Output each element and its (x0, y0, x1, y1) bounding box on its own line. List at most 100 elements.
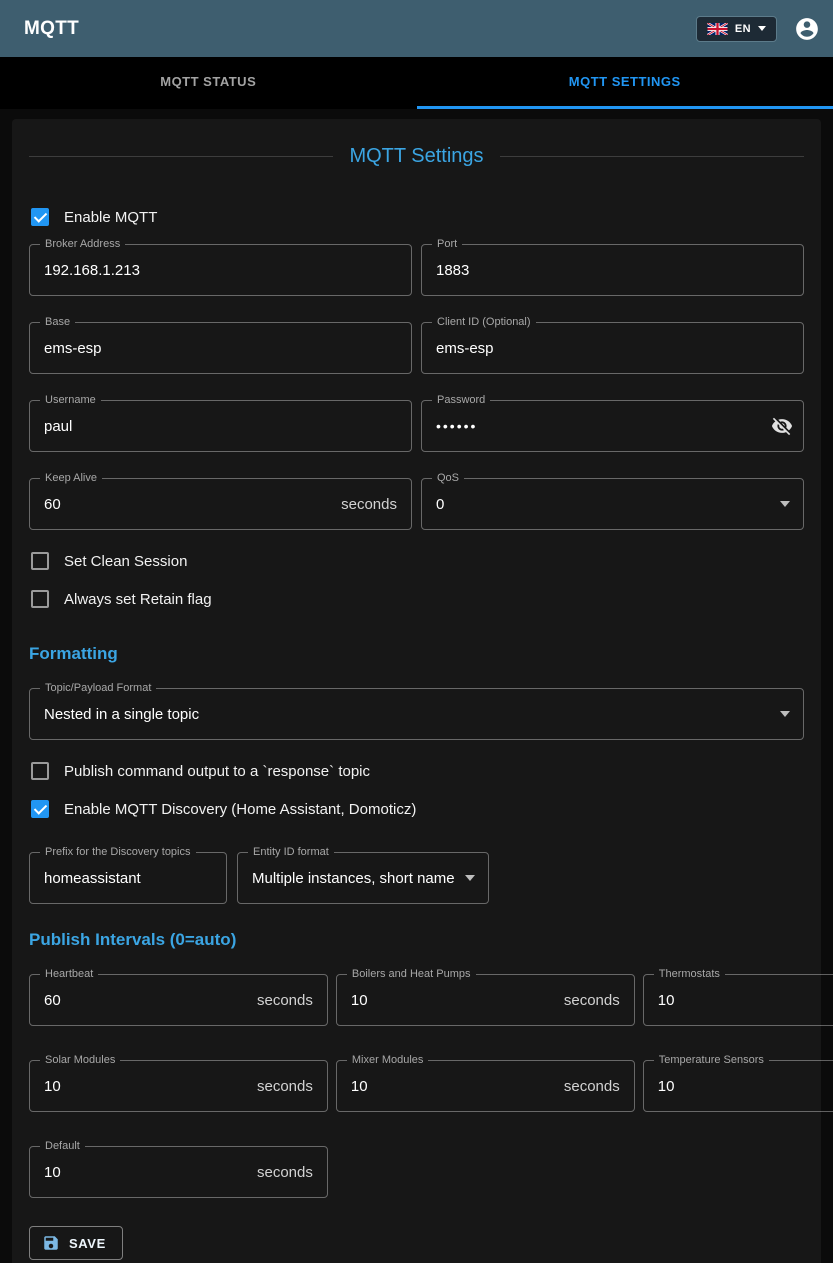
discovery-checkbox[interactable] (31, 800, 49, 818)
language-selector[interactable]: EN (696, 16, 777, 42)
visibility-off-icon[interactable] (771, 415, 793, 437)
dropdown-arrow-icon (780, 711, 790, 717)
clean-session-label: Set Clean Session (64, 553, 187, 570)
tab-mqtt-status[interactable]: MQTT STATUS (0, 57, 417, 109)
app-bar-actions: EN (696, 15, 821, 43)
port-input[interactable] (422, 262, 803, 279)
divider-line (29, 156, 333, 157)
divider-line (500, 156, 804, 157)
client-id-input[interactable] (422, 340, 803, 357)
tab-mqtt-settings[interactable]: MQTT SETTINGS (417, 57, 833, 109)
interval-temperature-input[interactable] (644, 1078, 833, 1095)
retain-flag-label: Always set Retain flag (64, 591, 212, 608)
interval-heartbeat-field[interactable]: Heartbeat seconds (29, 974, 328, 1026)
uk-flag-icon (707, 23, 728, 35)
session-checkboxes: Set Clean Session Always set Retain flag (29, 542, 804, 618)
interval-solar-field[interactable]: Solar Modules seconds (29, 1060, 328, 1112)
interval-default-label: Default (40, 1140, 85, 1153)
client-id-label: Client ID (Optional) (432, 316, 536, 329)
enable-mqtt-label: Enable MQTT (64, 209, 157, 226)
topic-format-select[interactable]: Topic/Payload Format Nested in a single … (29, 688, 804, 740)
qos-select[interactable]: QoS 0 (421, 478, 804, 530)
interval-boilers-input[interactable] (337, 992, 564, 1009)
keep-alive-suffix: seconds (341, 496, 411, 513)
base-label: Base (40, 316, 75, 329)
broker-address-field[interactable]: Broker Address (29, 244, 412, 296)
base-field[interactable]: Base (29, 322, 412, 374)
formatting-checkboxes: Publish command output to a `response` t… (29, 752, 804, 828)
enable-mqtt-checkbox[interactable] (31, 208, 49, 226)
seconds-suffix: seconds (257, 992, 327, 1009)
seconds-suffix: seconds (257, 1164, 327, 1181)
interval-boilers-label: Boilers and Heat Pumps (347, 968, 476, 981)
broker-address-input[interactable] (30, 262, 411, 279)
interval-heartbeat-label: Heartbeat (40, 968, 98, 981)
interval-temperature-field[interactable]: Temperature Sensors seconds (643, 1060, 833, 1112)
interval-mixer-field[interactable]: Mixer Modules seconds (336, 1060, 635, 1112)
entity-id-format-label: Entity ID format (248, 846, 334, 859)
port-field[interactable]: Port (421, 244, 804, 296)
seconds-suffix: seconds (564, 992, 634, 1009)
app-title: MQTT (24, 18, 79, 40)
username-field[interactable]: Username (29, 400, 412, 452)
keep-alive-input[interactable] (30, 496, 341, 513)
interval-thermostats-input[interactable] (644, 992, 833, 1009)
publish-intervals-heading: Publish Intervals (0=auto) (29, 930, 804, 950)
interval-heartbeat-input[interactable] (30, 992, 257, 1009)
response-topic-checkbox[interactable] (31, 762, 49, 780)
seconds-suffix: seconds (564, 1078, 634, 1095)
interval-thermostats-field[interactable]: Thermostats seconds (643, 974, 833, 1026)
entity-id-format-select[interactable]: Entity ID format Multiple instances, sho… (237, 852, 489, 904)
enable-mqtt-checkbox-row[interactable]: Enable MQTT (29, 198, 804, 236)
interval-thermostats-label: Thermostats (654, 968, 725, 981)
mqtt-settings-screen: MQTT EN (0, 0, 833, 1263)
formatting-heading: Formatting (29, 644, 804, 664)
keep-alive-field[interactable]: Keep Alive seconds (29, 478, 412, 530)
keep-alive-label: Keep Alive (40, 472, 102, 485)
save-icon (42, 1234, 60, 1252)
clean-session-checkbox-row[interactable]: Set Clean Session (29, 542, 804, 580)
save-button-label: SAVE (69, 1236, 106, 1251)
account-icon[interactable] (793, 15, 821, 43)
publish-intervals-grid: Heartbeat seconds Boilers and Heat Pumps… (29, 974, 804, 1198)
password-label: Password (432, 394, 490, 407)
seconds-suffix: seconds (257, 1078, 327, 1095)
discovery-prefix-input[interactable] (30, 870, 226, 887)
password-input[interactable] (422, 418, 771, 434)
section-header: MQTT Settings (29, 145, 804, 168)
username-input[interactable] (30, 418, 411, 435)
response-topic-checkbox-row[interactable]: Publish command output to a `response` t… (29, 752, 804, 790)
language-label: EN (735, 23, 751, 35)
save-button[interactable]: SAVE (29, 1226, 123, 1260)
interval-mixer-label: Mixer Modules (347, 1054, 429, 1067)
retain-flag-checkbox[interactable] (31, 590, 49, 608)
port-label: Port (432, 238, 462, 251)
username-label: Username (40, 394, 101, 407)
topic-format-label: Topic/Payload Format (40, 682, 156, 695)
password-field[interactable]: Password (421, 400, 804, 452)
qos-label: QoS (432, 472, 464, 485)
page-title: MQTT Settings (349, 145, 483, 168)
base-input[interactable] (30, 340, 411, 357)
interval-default-input[interactable] (30, 1164, 257, 1181)
clean-session-checkbox[interactable] (31, 552, 49, 570)
interval-solar-input[interactable] (30, 1078, 257, 1095)
discovery-checkbox-row[interactable]: Enable MQTT Discovery (Home Assistant, D… (29, 790, 804, 828)
interval-temperature-label: Temperature Sensors (654, 1054, 769, 1067)
chevron-down-icon (758, 26, 766, 31)
topic-format-value: Nested in a single topic (30, 706, 780, 723)
broker-address-label: Broker Address (40, 238, 125, 251)
discovery-prefix-field[interactable]: Prefix for the Discovery topics (29, 852, 227, 904)
interval-mixer-input[interactable] (337, 1078, 564, 1095)
tab-bar: MQTT STATUS MQTT SETTINGS (0, 57, 833, 109)
interval-boilers-field[interactable]: Boilers and Heat Pumps seconds (336, 974, 635, 1026)
app-bar: MQTT EN (0, 0, 833, 57)
retain-flag-checkbox-row[interactable]: Always set Retain flag (29, 580, 804, 618)
interval-solar-label: Solar Modules (40, 1054, 120, 1067)
response-topic-label: Publish command output to a `response` t… (64, 763, 370, 780)
qos-value: 0 (422, 496, 780, 513)
connection-fields-grid: Broker Address Port Base Client ID (Opti… (29, 244, 804, 530)
interval-default-field[interactable]: Default seconds (29, 1146, 328, 1198)
dropdown-arrow-icon (465, 875, 475, 881)
client-id-field[interactable]: Client ID (Optional) (421, 322, 804, 374)
